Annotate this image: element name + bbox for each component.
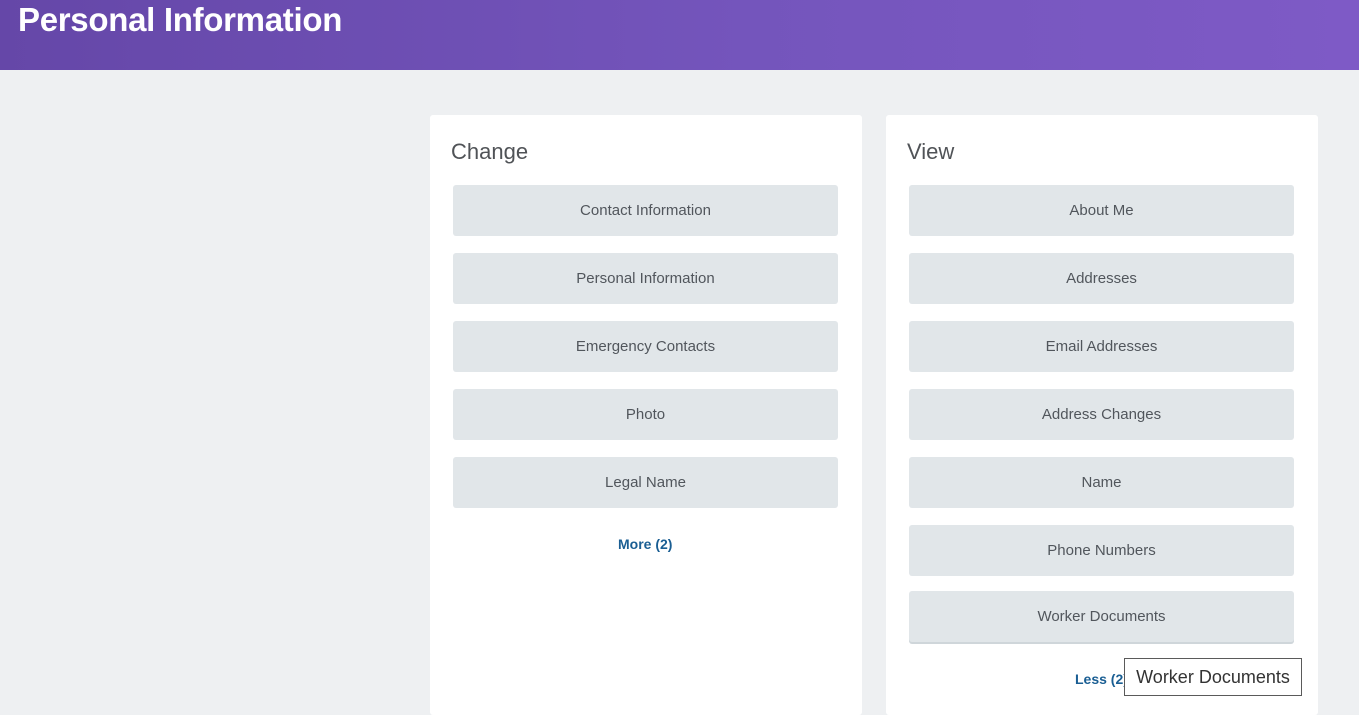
view-addresses-button[interactable]: Addresses [909,253,1294,304]
page-header: Personal Information [0,0,1359,70]
view-phone-numbers-button[interactable]: Phone Numbers [909,525,1294,576]
change-card: Change Contact Information Personal Info… [430,115,862,715]
page-title: Personal Information [18,1,343,38]
view-address-changes-button[interactable]: Address Changes [909,389,1294,440]
less-link[interactable]: Less (2) [1075,671,1128,687]
change-personal-information-button[interactable]: Personal Information [453,253,838,304]
change-contact-information-button[interactable]: Contact Information [453,185,838,236]
view-worker-documents-button[interactable]: Worker Documents [909,591,1294,642]
view-card-title: View [907,139,955,164]
view-email-addresses-button[interactable]: Email Addresses [909,321,1294,372]
more-link[interactable]: More (2) [618,536,672,552]
view-name-button[interactable]: Name [909,457,1294,508]
change-emergency-contacts-button[interactable]: Emergency Contacts [453,321,838,372]
view-card: View About Me Addresses Email Addresses … [886,115,1318,715]
tooltip: Worker Documents [1124,658,1302,696]
change-photo-button[interactable]: Photo [453,389,838,440]
change-card-title: Change [451,139,529,164]
view-about-me-button[interactable]: About Me [909,185,1294,236]
change-legal-name-button[interactable]: Legal Name [453,457,838,508]
